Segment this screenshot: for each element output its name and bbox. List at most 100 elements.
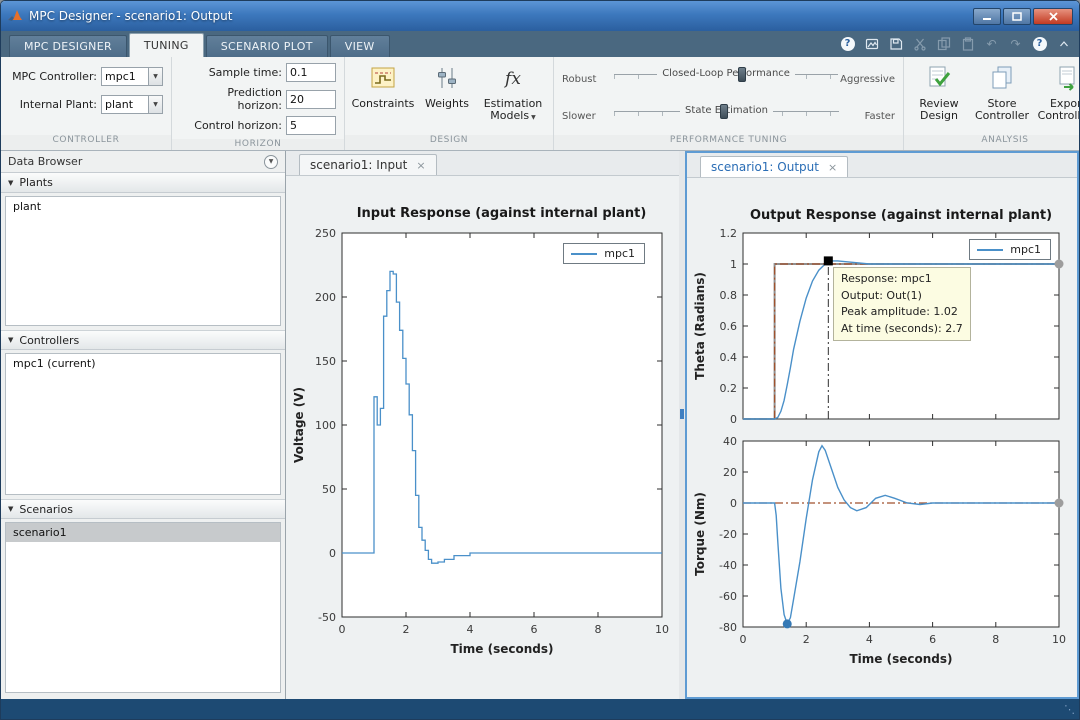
output-theta-chart[interactable]: 00.20.40.60.811.2Theta (Radians) mpc1 Re… (691, 225, 1077, 427)
collapse-toolstrip-icon[interactable] (1056, 37, 1071, 52)
svg-text:-60: -60 (719, 590, 737, 603)
ribbon: MPC Controller: mpc1 ▼ Internal Plant: p… (1, 57, 1079, 151)
sample-time-field[interactable] (286, 63, 336, 82)
slider-handle[interactable] (738, 67, 746, 82)
slider-left-label: Slower (562, 111, 612, 122)
close-icon[interactable]: × (416, 160, 425, 171)
input-chart-title: Input Response (against internal plant) (286, 206, 679, 221)
svg-text:4: 4 (467, 623, 474, 636)
weights-button-label: Weights (425, 98, 469, 111)
svg-text:-80: -80 (719, 621, 737, 634)
svg-text:0.4: 0.4 (720, 351, 738, 364)
svg-text:0.6: 0.6 (720, 320, 738, 333)
review-design-icon (926, 65, 952, 98)
svg-text:Theta (Radians): Theta (Radians) (693, 272, 707, 380)
panel-splitter[interactable] (679, 151, 685, 699)
output-chart-legend[interactable]: mpc1 (969, 239, 1051, 260)
mpc-controller-dropdown[interactable]: mpc1 ▼ (101, 67, 163, 86)
svg-text:0.8: 0.8 (720, 289, 738, 302)
prediction-horizon-field[interactable] (286, 90, 336, 109)
analysis-section: Review Design Store Controller Export Co… (904, 57, 1080, 150)
controllers-list: mpc1 (current) (5, 353, 281, 495)
export-controller-button[interactable]: Export Controller▼ (1036, 62, 1080, 135)
svg-text:250: 250 (315, 227, 336, 240)
main-area: Data Browser ▼ ▼ Plants plant ▼ Controll… (1, 151, 1079, 699)
weights-button[interactable]: Weights (419, 62, 475, 113)
svg-text:0: 0 (329, 547, 336, 560)
svg-text:8: 8 (992, 633, 999, 646)
help-icon[interactable]: ? (840, 37, 855, 52)
list-item-mpc1[interactable]: mpc1 (current) (6, 354, 280, 373)
minimize-button[interactable] (973, 8, 1001, 25)
svg-text:1.2: 1.2 (720, 227, 738, 240)
mpc-controller-value: mpc1 (102, 70, 148, 83)
constraints-button-label: Constraints (352, 98, 415, 111)
svg-text:200: 200 (315, 291, 336, 304)
data-browser-title: Data Browser (8, 155, 82, 168)
datatip-time-line: At time (seconds): 2.7 (841, 321, 963, 338)
input-tab-label: scenario1: Input (310, 158, 407, 172)
svg-text:0: 0 (740, 633, 747, 646)
list-item-plant[interactable]: plant (6, 197, 280, 216)
controllers-section-header[interactable]: ▼ Controllers (1, 330, 285, 350)
output-tab-bar: scenario1: Output × (687, 153, 1077, 178)
estimation-models-button[interactable]: fx Estimation Models▼ (479, 62, 547, 126)
constraints-button[interactable]: Constraints (351, 62, 415, 113)
tab-scenario1-output[interactable]: scenario1: Output × (700, 156, 848, 177)
help-circle-icon[interactable]: ? (1032, 37, 1047, 52)
closed-loop-performance-slider[interactable]: Closed-Loop Performance (612, 61, 840, 98)
data-browser-menu-icon[interactable]: ▼ (264, 155, 278, 169)
tab-scenario-plot[interactable]: SCENARIO PLOT (206, 35, 328, 57)
input-response-chart[interactable]: 0246810-50050100150200250Time (seconds)V… (290, 225, 679, 663)
svg-text:Time (seconds): Time (seconds) (849, 652, 952, 666)
quick-access-toolbar: ? ↶ ↷ ? (840, 31, 1079, 57)
svg-text:100: 100 (315, 419, 336, 432)
title-bar[interactable]: MPC Designer - scenario1: Output (1, 1, 1079, 31)
svg-text:0: 0 (730, 413, 737, 426)
tab-scenario1-input[interactable]: scenario1: Input × (299, 154, 437, 175)
sample-time-label: Sample time: (180, 66, 282, 79)
tab-view[interactable]: VIEW (330, 35, 390, 57)
input-chart-legend[interactable]: mpc1 (563, 243, 645, 264)
resize-grip[interactable]: ⋱ (1064, 704, 1075, 715)
save-icon[interactable] (888, 37, 903, 52)
toolstrip-tab-bar: MPC DESIGNER TUNING SCENARIO PLOT VIEW ?… (1, 31, 1079, 57)
splitter-handle[interactable] (680, 409, 684, 419)
plants-section-header[interactable]: ▼ Plants (1, 173, 285, 193)
data-tip[interactable]: Response: mpc1 Output: Out(1) Peak ampli… (833, 267, 971, 341)
svg-text:Voltage (V): Voltage (V) (292, 387, 306, 463)
control-horizon-field[interactable] (286, 116, 336, 135)
export-controller-icon (1055, 65, 1080, 98)
slider-handle[interactable] (720, 104, 728, 119)
design-section: Constraints Weights fx Estimation Models… (345, 57, 554, 150)
output-document-panel: scenario1: Output × Output Response (aga… (685, 151, 1079, 699)
close-button[interactable] (1033, 8, 1073, 25)
output-torque-chart[interactable]: 0246810-80-60-40-2002040Time (seconds)To… (691, 435, 1077, 673)
chevron-down-icon[interactable]: ▼ (148, 68, 162, 85)
svg-text:-20: -20 (719, 528, 737, 541)
plants-list: plant (5, 196, 281, 326)
chevron-down-icon: ▼ (531, 114, 536, 121)
chevron-down-icon[interactable]: ▼ (148, 96, 162, 113)
maximize-button[interactable] (1003, 8, 1031, 25)
close-icon[interactable]: × (828, 162, 837, 173)
tab-tuning[interactable]: TUNING (129, 33, 204, 57)
svg-text:Time (seconds): Time (seconds) (450, 642, 553, 656)
collapse-triangle-icon: ▼ (8, 179, 13, 187)
store-controller-button[interactable]: Store Controller (971, 62, 1033, 135)
svg-text:2: 2 (803, 633, 810, 646)
internal-plant-dropdown[interactable]: plant ▼ (101, 95, 163, 114)
tab-mpc-designer[interactable]: MPC DESIGNER (9, 35, 127, 57)
svg-text:Torque (Nm): Torque (Nm) (693, 492, 707, 576)
state-estimation-slider[interactable]: State Estimation (612, 98, 841, 135)
svg-text:40: 40 (723, 435, 737, 448)
list-item-scenario1[interactable]: scenario1 (6, 523, 280, 542)
collapse-triangle-icon: ▼ (8, 336, 13, 344)
svg-text:0.2: 0.2 (720, 382, 738, 395)
store-controller-label-2: Controller (975, 110, 1029, 123)
review-design-button[interactable]: Review Design (910, 62, 968, 135)
plot-snapshot-icon[interactable] (864, 37, 879, 52)
svg-text:20: 20 (723, 466, 737, 479)
scenarios-section-header[interactable]: ▼ Scenarios (1, 499, 285, 519)
redo-icon: ↷ (1008, 37, 1023, 52)
